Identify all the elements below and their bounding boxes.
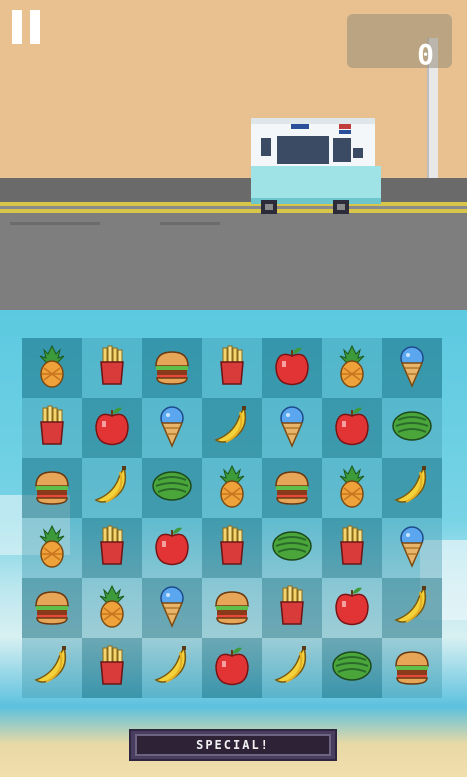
board-cell[interactable] bbox=[202, 518, 262, 578]
board-cell[interactable] bbox=[262, 578, 322, 638]
icecream-icon bbox=[390, 524, 434, 572]
board-cell[interactable] bbox=[82, 398, 142, 458]
board-cell[interactable] bbox=[82, 518, 142, 578]
board-cell[interactable] bbox=[382, 338, 442, 398]
road-shoulder bbox=[0, 178, 467, 202]
board-cell[interactable] bbox=[142, 338, 202, 398]
fries-icon bbox=[330, 524, 374, 572]
board-cell[interactable] bbox=[382, 578, 442, 638]
watermelon-icon bbox=[330, 644, 374, 692]
board-cell[interactable] bbox=[202, 638, 262, 698]
board-cell[interactable] bbox=[22, 638, 82, 698]
burger-icon bbox=[270, 464, 314, 512]
board-cell[interactable] bbox=[202, 398, 262, 458]
score-panel: 0 bbox=[347, 14, 452, 71]
board-cell[interactable] bbox=[202, 338, 262, 398]
pineapple-icon bbox=[330, 344, 374, 392]
board-cell[interactable] bbox=[82, 458, 142, 518]
apple-icon bbox=[330, 584, 374, 632]
board-cell[interactable] bbox=[22, 398, 82, 458]
board-cell[interactable] bbox=[382, 638, 442, 698]
board-cell[interactable] bbox=[322, 638, 382, 698]
apple-icon bbox=[210, 644, 254, 692]
fries-icon bbox=[90, 644, 134, 692]
board-cell[interactable] bbox=[322, 518, 382, 578]
board-cell[interactable] bbox=[262, 398, 322, 458]
fries-icon bbox=[90, 524, 134, 572]
pineapple-icon bbox=[30, 344, 74, 392]
special-button[interactable]: SPECIAL! bbox=[129, 729, 337, 761]
board-cell[interactable] bbox=[202, 578, 262, 638]
watermelon-icon bbox=[270, 524, 314, 572]
icecream-icon bbox=[150, 404, 194, 452]
apple-icon bbox=[270, 344, 314, 392]
board-cell[interactable] bbox=[202, 458, 262, 518]
board-cell[interactable] bbox=[82, 578, 142, 638]
road-marking bbox=[10, 222, 100, 225]
board-cell[interactable] bbox=[322, 578, 382, 638]
apple-icon bbox=[330, 404, 374, 452]
road-marking bbox=[160, 222, 220, 225]
board-cell[interactable] bbox=[82, 338, 142, 398]
fries-icon bbox=[30, 404, 74, 452]
board-cell[interactable] bbox=[22, 518, 82, 578]
board-cell[interactable] bbox=[262, 458, 322, 518]
pause-icon bbox=[12, 10, 22, 44]
pineapple-icon bbox=[330, 464, 374, 512]
special-button-label: SPECIAL! bbox=[196, 738, 270, 752]
watermelon-icon bbox=[390, 404, 434, 452]
board-cell[interactable] bbox=[82, 638, 142, 698]
special-button-face: SPECIAL! bbox=[135, 734, 331, 756]
banana-icon bbox=[210, 404, 254, 452]
pineapple-icon bbox=[30, 524, 74, 572]
board-cell[interactable] bbox=[142, 398, 202, 458]
board-cell[interactable] bbox=[22, 338, 82, 398]
board-cell[interactable] bbox=[22, 458, 82, 518]
icecream-icon bbox=[270, 404, 314, 452]
fries-icon bbox=[90, 344, 134, 392]
board-cell[interactable] bbox=[322, 398, 382, 458]
pause-button[interactable] bbox=[12, 10, 42, 44]
board-cell[interactable] bbox=[262, 638, 322, 698]
pause-icon bbox=[30, 10, 40, 44]
banana-icon bbox=[30, 644, 74, 692]
fries-icon bbox=[270, 584, 314, 632]
board-cell[interactable] bbox=[142, 638, 202, 698]
board-cell[interactable] bbox=[382, 398, 442, 458]
apple-icon bbox=[150, 524, 194, 572]
fries-icon bbox=[210, 524, 254, 572]
burger-icon bbox=[30, 584, 74, 632]
board-cell[interactable] bbox=[142, 458, 202, 518]
banana-icon bbox=[390, 584, 434, 632]
pineapple-icon bbox=[210, 464, 254, 512]
apple-icon bbox=[90, 404, 134, 452]
game-scene: 0 bbox=[0, 0, 467, 310]
board-cell[interactable] bbox=[142, 578, 202, 638]
board-cell[interactable] bbox=[322, 338, 382, 398]
banana-icon bbox=[150, 644, 194, 692]
board-cell[interactable] bbox=[22, 578, 82, 638]
board-cell[interactable] bbox=[322, 458, 382, 518]
banana-icon bbox=[270, 644, 314, 692]
score-value: 0 bbox=[417, 38, 434, 71]
burger-icon bbox=[30, 464, 74, 512]
banana-icon bbox=[90, 464, 134, 512]
fries-icon bbox=[210, 344, 254, 392]
board-cell[interactable] bbox=[142, 518, 202, 578]
food-truck bbox=[251, 118, 381, 214]
icecream-icon bbox=[150, 584, 194, 632]
burger-icon bbox=[210, 584, 254, 632]
board-cell[interactable] bbox=[262, 338, 322, 398]
burger-icon bbox=[150, 344, 194, 392]
pineapple-icon bbox=[90, 584, 134, 632]
icecream-icon bbox=[390, 344, 434, 392]
board-cell[interactable] bbox=[382, 458, 442, 518]
burger-icon bbox=[390, 644, 434, 692]
watermelon-icon bbox=[150, 464, 194, 512]
match-board[interactable] bbox=[22, 338, 442, 698]
board-cell[interactable] bbox=[262, 518, 322, 578]
banana-icon bbox=[390, 464, 434, 512]
road bbox=[0, 213, 467, 310]
board-cell[interactable] bbox=[382, 518, 442, 578]
